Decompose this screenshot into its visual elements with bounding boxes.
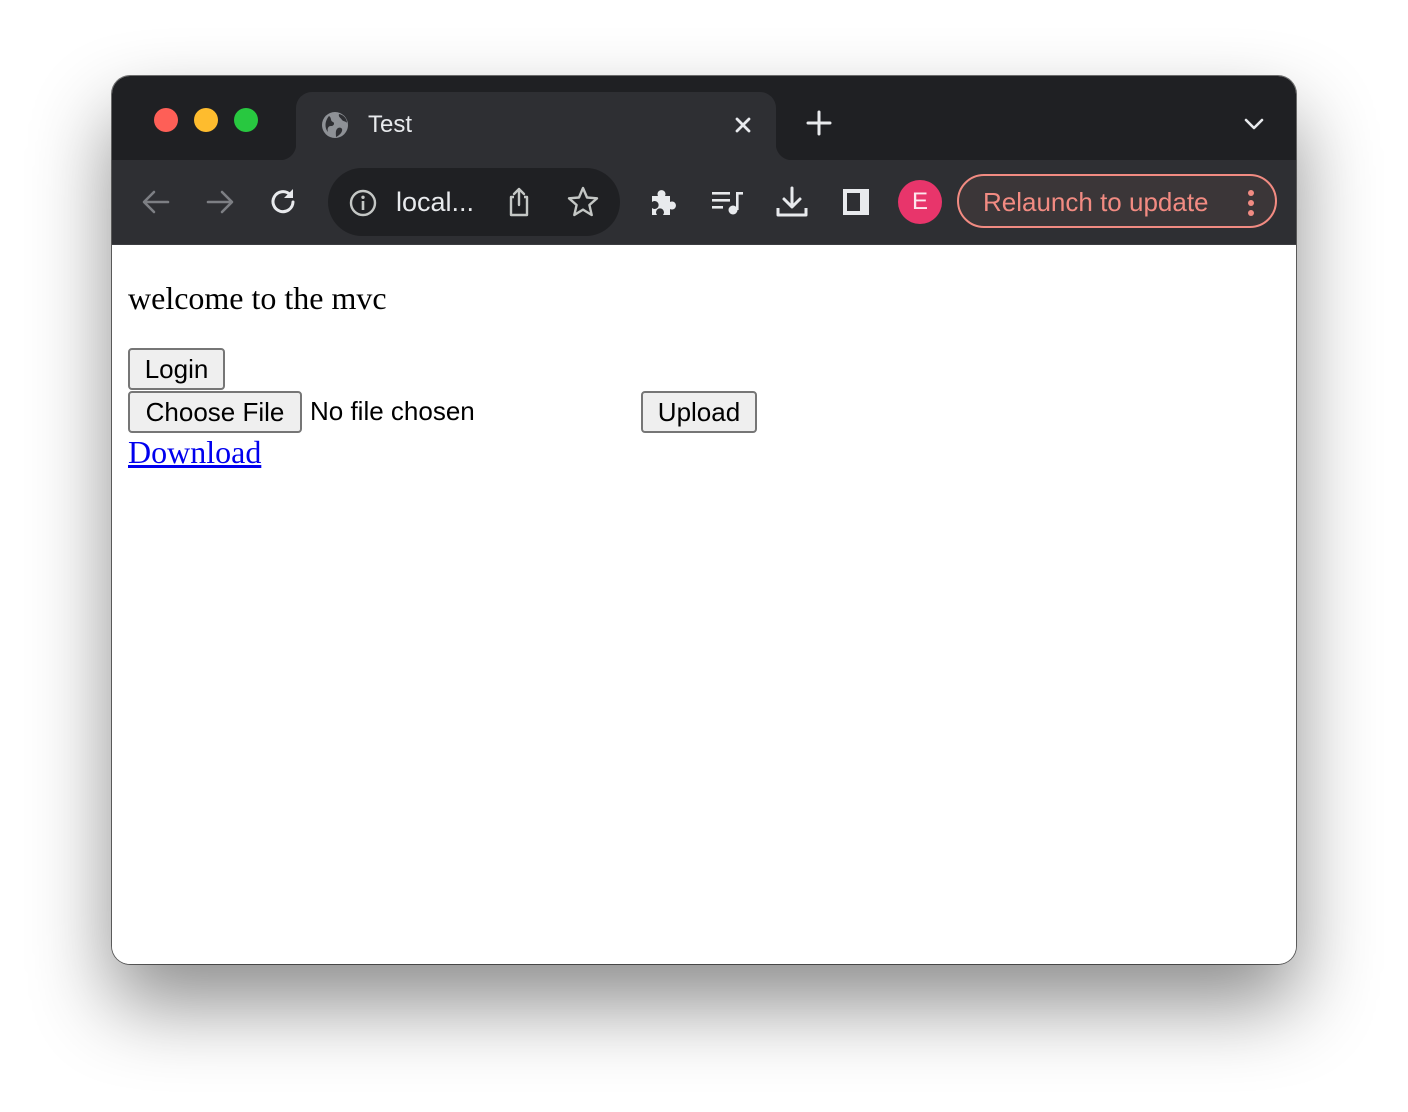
choose-file-button[interactable]: Choose File	[128, 391, 302, 433]
tab-test[interactable]: Test	[280, 92, 792, 160]
puzzle-icon	[652, 190, 676, 215]
plus-icon[interactable]	[804, 108, 834, 138]
upload-button[interactable]: Upload	[641, 391, 757, 433]
chevron-down-icon[interactable]	[1242, 112, 1266, 136]
back-button[interactable]	[138, 184, 174, 220]
file-status-text: No file chosen	[310, 396, 475, 426]
download-icon	[776, 186, 808, 217]
relaunch-button[interactable]: Relaunch to update	[957, 174, 1277, 228]
url-text[interactable]: local...	[396, 186, 474, 218]
download-link[interactable]: Download	[128, 433, 261, 471]
login-button[interactable]: Login	[128, 348, 225, 390]
profile-avatar[interactable]: E	[898, 180, 942, 224]
welcome-text: welcome to the mvc	[128, 280, 387, 316]
reload-button[interactable]	[266, 184, 302, 220]
arrow-left-icon	[142, 190, 170, 214]
close-window-button[interactable]	[154, 108, 178, 132]
minimize-window-button[interactable]	[194, 108, 218, 132]
address-bar[interactable]: local...	[328, 168, 620, 236]
media-button[interactable]	[710, 184, 746, 220]
zoom-window-button[interactable]	[234, 108, 258, 132]
reload-icon	[271, 189, 295, 214]
side-panel-icon	[843, 189, 869, 215]
arrow-right-icon	[206, 190, 234, 214]
star-icon[interactable]	[566, 185, 600, 219]
extensions-button[interactable]	[646, 184, 682, 220]
media-queue-icon	[712, 192, 743, 215]
page-content: welcome to the mvc Login Choose File No …	[112, 245, 1296, 964]
forward-button[interactable]	[202, 184, 238, 220]
relaunch-label: Relaunch to update	[983, 187, 1209, 217]
kebab-menu-icon[interactable]	[1247, 189, 1255, 217]
browser-window: Test local... E Relaunch to update welco…	[112, 76, 1296, 964]
downloads-button[interactable]	[774, 184, 810, 220]
tab-strip: Test	[112, 76, 1296, 160]
side-panel-button[interactable]	[838, 184, 874, 220]
toolbar: local... E Relaunch to update	[112, 160, 1296, 245]
tab-title: Test	[368, 111, 413, 138]
info-icon[interactable]	[348, 188, 378, 218]
globe-icon	[322, 112, 348, 138]
share-icon[interactable]	[504, 186, 534, 218]
close-icon[interactable]	[728, 110, 758, 140]
